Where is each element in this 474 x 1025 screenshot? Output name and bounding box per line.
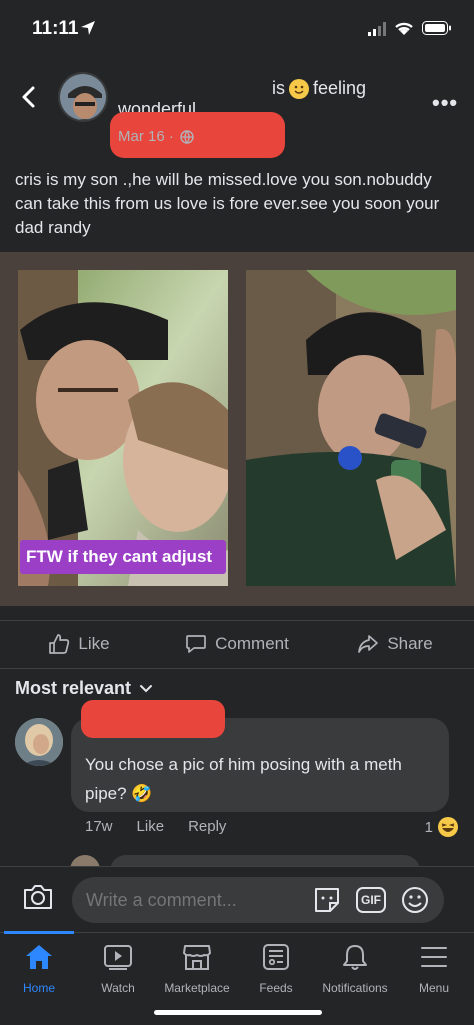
status-bar: 11:11 [0,0,474,60]
photo-collage: FTW if they cant adjust [0,252,474,606]
author-avatar[interactable] [58,72,108,122]
comment-sort-dropdown[interactable]: Most relevant [15,678,153,699]
chevron-down-icon [140,684,153,692]
watch-video-icon [104,945,132,970]
tab-menu-label: Menu [418,981,450,995]
active-tab-indicator [4,931,74,934]
commenter-avatar[interactable] [15,718,63,766]
tab-home-label: Home [22,981,55,995]
tab-feeds[interactable]: Feeds [231,943,321,995]
post-meta: Mar 16 · [118,128,194,145]
battery-icon [422,21,451,35]
photo-right[interactable] [246,270,456,586]
more-options-icon[interactable]: ••• [432,90,458,116]
share-arrow-icon [358,635,379,653]
tab-feeds-label: Feeds [259,981,293,995]
like-label: Like [78,634,110,653]
post-actions: Like Comment Share [0,620,474,668]
comment-sort-label: Most relevant [15,678,132,698]
share-button[interactable]: Share [316,620,474,668]
location-arrow-icon [81,21,95,35]
camera-icon[interactable] [22,883,54,911]
feeling-line: is feeling [272,78,366,99]
smile-emoji-icon [289,78,309,99]
post-header: wonderful. is feeling Mar 16 · ••• [0,62,474,158]
gif-label: GIF [361,893,381,907]
comment-reactions[interactable]: 1 [425,816,459,838]
share-label: Share [387,634,433,653]
composer-tools: GIF [312,885,430,915]
comment-age: 17w [85,818,113,835]
post-text: cris is my son .,he will be missed.love … [15,170,440,237]
menu-hamburger-icon [421,947,447,967]
comment-like-button[interactable]: Like [137,818,165,835]
status-time: 11:11 [32,18,79,39]
reaction-count: 1 [424,818,433,836]
tab-notifications-label: Notifications [322,981,388,995]
bell-icon [343,945,367,970]
comment-reply-button[interactable]: Reply [188,818,226,835]
emoji-icon[interactable] [400,885,430,915]
tab-watch[interactable]: Watch [73,943,163,995]
redacted-commenter-name [81,700,225,738]
feeling-label: feeling [313,78,367,98]
tab-menu[interactable]: Menu [389,943,474,995]
photo-left[interactable]: FTW if they cant adjust [18,270,228,586]
comment-bubble-icon [186,635,207,653]
post-date: Mar 16 · [118,128,174,145]
globe-icon [180,129,194,144]
like-button[interactable]: Like [0,620,158,668]
photo-caption: FTW if they cant adjust [20,540,226,574]
feeling-is: is [272,78,285,98]
comment-footer: 17w Like Reply 1 [85,816,459,838]
gif-button[interactable]: GIF [356,887,386,913]
sticker-icon[interactable] [312,885,342,915]
comment-text: You chose a pic of him posing with a met… [85,755,402,803]
tab-marketplace-label: Marketplace [164,981,230,995]
home-indicator [154,1010,322,1015]
back-arrow-icon[interactable] [16,84,42,110]
tab-marketplace[interactable]: Marketplace [152,943,242,995]
comment-composer: GIF [0,866,474,932]
wifi-icon [395,22,413,35]
thumbs-up-icon [49,634,70,654]
tab-notifications[interactable]: Notifications [310,943,400,995]
haha-reaction-icon [438,817,458,837]
tab-watch-label: Watch [101,981,135,995]
comment-button[interactable]: Comment [158,620,316,668]
signal-icon [368,22,386,36]
comment-label: Comment [215,634,289,653]
tab-home[interactable]: Home [0,943,84,995]
feeds-icon [263,944,289,970]
marketplace-store-icon [183,945,211,970]
divider-comments [0,668,474,669]
home-icon [26,945,52,969]
